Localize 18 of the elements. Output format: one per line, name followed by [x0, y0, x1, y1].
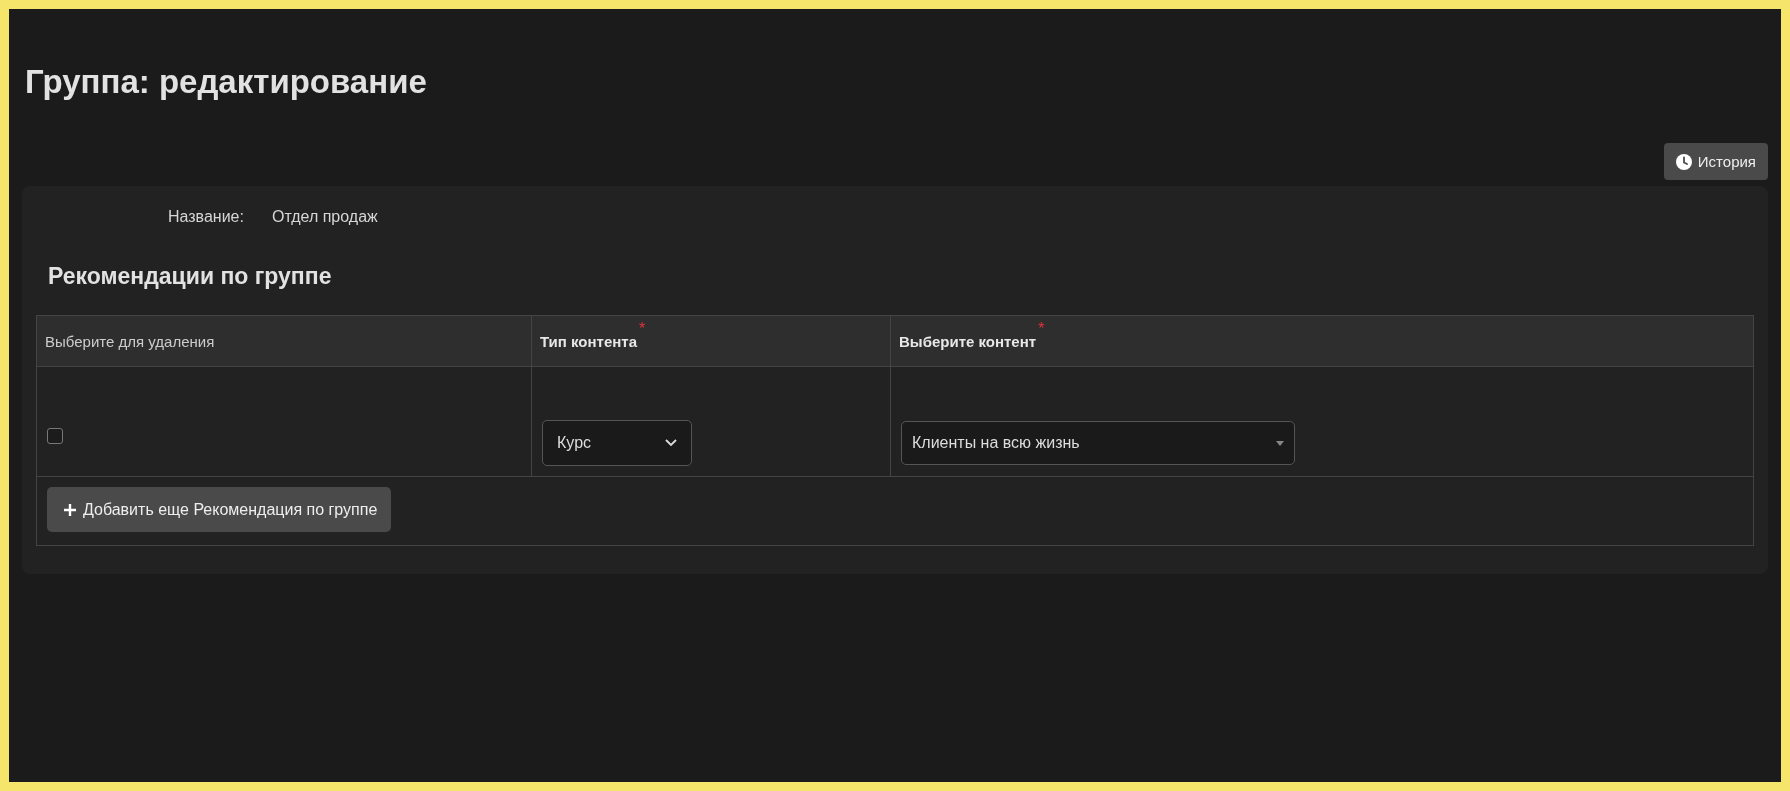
column-header: Выберите контент	[899, 332, 1037, 350]
section-title: Рекомендации по группе	[48, 263, 333, 291]
column-header: Тип контента	[540, 332, 637, 350]
field-value: Отдел продаж	[271, 208, 378, 226]
content-select[interactable]: Клиенты на всю жизнь	[901, 421, 1295, 465]
add-recommendation-button[interactable]: Добавить еще Рекомендация по группе	[47, 487, 392, 532]
checkbox[interactable]	[47, 428, 63, 444]
required-mark: *	[1038, 320, 1045, 338]
clock-icon	[1675, 153, 1692, 170]
plus-icon	[63, 502, 77, 517]
content-type-select[interactable]: Курс	[542, 420, 692, 466]
column-header: Выберите для удаления	[45, 332, 215, 350]
required-mark: *	[639, 320, 646, 338]
caret-down-icon	[1276, 440, 1284, 446]
chevron-down-icon	[665, 439, 677, 447]
history-button[interactable]: История	[1663, 143, 1768, 180]
page-title: Группа: редактирование	[24, 62, 427, 102]
field-label: Название:	[168, 208, 244, 226]
